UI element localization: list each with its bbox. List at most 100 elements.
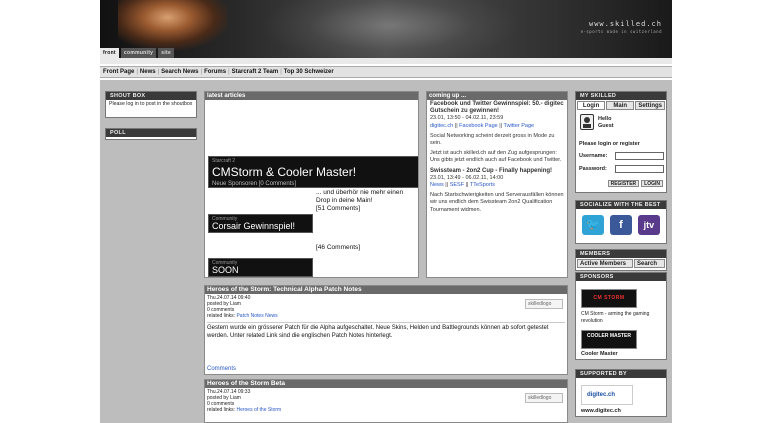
tab-front[interactable]: front <box>100 48 119 64</box>
related-link[interactable]: Patch Notes News <box>236 313 277 319</box>
username-label: Username: <box>579 153 608 159</box>
main-nav: Front Page | News | Search News | Forums | S… <box>100 66 672 78</box>
news-post-title[interactable]: Heroes of the Storm Beta <box>205 380 567 388</box>
page: www.skilled.ch e-sports made in switzerl… <box>0 0 777 423</box>
poll-box: POLL <box>105 128 197 140</box>
article-soon-title: SOON <box>212 265 239 275</box>
my-skilled-box: MY SKILLED Login Main Settings Hello Gue… <box>575 91 667 193</box>
tab-login[interactable]: Login <box>577 101 606 110</box>
greeting-guest: Guest <box>598 123 614 129</box>
coolermaster-logo[interactable]: COOLER MASTER <box>581 330 637 349</box>
tab-settings[interactable]: Settings <box>635 101 666 110</box>
tab-members-search[interactable]: Search <box>634 259 665 268</box>
supporter-text[interactable]: www.digitec.ch <box>581 408 621 414</box>
news-post: Heroes of the Storm: Technical Alpha Pat… <box>204 285 568 375</box>
nav-starcraft2-team[interactable]: Starcraft 2 Team <box>232 69 279 75</box>
members-box: MEMBERS Active Members Search <box>575 249 667 271</box>
cmstorm-logo[interactable]: CM STORM <box>581 289 637 308</box>
event-1-text-1: Social Networking scheint derzeit gross … <box>430 132 555 147</box>
article-corsair-comments[interactable]: [46 Comments] <box>316 244 360 251</box>
login-message: Please login or register <box>579 141 640 147</box>
shoutbox-login-text: Please log in to post in the shoutbox <box>109 101 193 107</box>
news-post-title[interactable]: Heroes of the Storm: Technical Alpha Pat… <box>205 286 567 294</box>
nav-separator: | <box>228 69 230 75</box>
coming-up-list: Facebook und Twitter Gewinnspiel: 50.- d… <box>427 100 567 215</box>
latest-articles-title: latest articles <box>205 92 418 100</box>
skilled-logo-image: skilledlogo <box>525 299 563 309</box>
news-post: Heroes of the Storm Beta Thu.24.07.14 09… <box>204 379 568 423</box>
header-background-art <box>260 0 520 64</box>
event-1-link-twitter[interactable]: Twitter Page <box>504 123 535 129</box>
sponsor-coolermaster-text: Cooler Master <box>581 351 618 357</box>
my-skilled-title: MY SKILLED <box>576 92 666 100</box>
event-1-link-facebook[interactable]: Facebook Page <box>459 123 498 129</box>
coming-up-panel: coming up ... Facebook und Twitter Gewin… <box>426 91 568 278</box>
greeting: Hello Guest <box>598 116 614 130</box>
event-2-link-sesf[interactable]: SESF <box>450 182 464 188</box>
logo-url: www.skilled.ch <box>588 20 662 28</box>
shoutbox: SHOUT BOX Please log in to post in the s… <box>105 91 197 118</box>
news-post-body: Gestern wurde ein grösserer Patch für di… <box>207 322 565 340</box>
nav-separator: | <box>157 69 160 75</box>
password-input[interactable] <box>615 165 664 173</box>
social-icons: 🐦 f jtv <box>576 209 666 235</box>
event-1-text-2: Jetzt ist auch skilled.ch auf den Zug au… <box>430 150 562 164</box>
nav-search-news[interactable]: Search News <box>161 69 198 75</box>
event-1-link-digitec[interactable]: digitec.ch <box>430 123 453 129</box>
event-2-text: Nach Startschwierigkeiten und Serverausf… <box>430 192 564 213</box>
digitec-logo[interactable]: digitec.ch <box>581 385 633 405</box>
nav-news[interactable]: News <box>140 69 156 75</box>
related-label: related links: <box>207 407 236 413</box>
news-post-comments-link[interactable]: Comments <box>207 366 236 372</box>
event-1-date: 23.01, 13:50 - 04.02.11, 23:59 <box>430 115 504 122</box>
nav-front-page[interactable]: Front Page <box>103 69 134 75</box>
sponsors-box: SPONSORS CM STORM CM Storm - arming the … <box>575 272 667 360</box>
tab-site[interactable]: site <box>158 48 175 58</box>
article-corsair-title: Corsair Gewinnspiel! <box>212 221 296 231</box>
password-row: Password: <box>579 165 664 173</box>
news-post-related: related links: Patch Notes News <box>207 313 565 319</box>
skilled-logo-image: skilledlogo <box>525 393 563 403</box>
article-teaser-comments[interactable]: [51 Comments] <box>316 205 360 212</box>
members-tabs: Active Members Search <box>576 258 666 269</box>
username-row: Username: <box>579 152 664 160</box>
article-corsair[interactable]: Community Corsair Gewinnspiel! <box>208 214 313 233</box>
twitter-icon[interactable]: 🐦 <box>582 215 604 235</box>
content-area: SHOUT BOX Please log in to post in the s… <box>100 80 672 423</box>
socialize-box: SOCIALIZE WITH THE BEST 🐦 f jtv <box>575 200 667 244</box>
nav-top30[interactable]: Top 30 Schweizer <box>284 69 334 75</box>
event-2-links: News || SESF || TTeSports <box>430 182 495 189</box>
shoutbox-title: SHOUT BOX <box>106 92 196 100</box>
tab-main[interactable]: Main <box>606 101 635 110</box>
site-logo[interactable]: www.skilled.ch e-sports made in switzerl… <box>581 20 662 34</box>
login-button[interactable]: LOGIN <box>641 180 663 187</box>
featured-category: Starcraft 2 <box>212 158 236 164</box>
sponsor-cmstorm-text: CM Storm - arming the gaming revolution <box>581 311 650 324</box>
latest-articles-panel: latest articles Starcraft 2 CMStorm & Co… <box>204 91 419 278</box>
article-teaser-text: ... und überhör nie mehr einen Drop in d… <box>316 189 404 204</box>
event-2-date: 23.01, 13:49 - 06.02.11, 14:00 <box>430 174 504 181</box>
nav-separator: | <box>200 69 203 75</box>
nav-forums[interactable]: Forums <box>204 69 226 75</box>
hero-character-image <box>118 0 228 50</box>
event-2-link-ttesports[interactable]: TTeSports <box>470 182 495 188</box>
tab-active-members[interactable]: Active Members <box>577 259 633 268</box>
related-link[interactable]: Heroes of the Storm <box>236 407 281 413</box>
guest-avatar-icon <box>580 114 594 130</box>
header-tabs: front community site <box>100 48 175 64</box>
event-2-title[interactable]: Swissteam - 2on2 Cup - Finally happening… <box>430 168 564 175</box>
username-input[interactable] <box>615 152 664 160</box>
article-soon[interactable]: Community SOON <box>208 258 313 277</box>
featured-title: CMStorm & Cooler Master! <box>212 165 357 179</box>
event-1-title[interactable]: Facebook und Twitter Gewinnspiel: 50.- d… <box>430 101 564 115</box>
justintv-icon[interactable]: jtv <box>637 215 660 235</box>
register-button[interactable]: REGISTER <box>607 180 640 187</box>
coming-up-title: coming up ... <box>427 92 567 100</box>
featured-article[interactable]: Starcraft 2 CMStorm & Cooler Master! Neu… <box>208 156 418 188</box>
facebook-icon[interactable]: f <box>609 215 632 235</box>
tab-community[interactable]: community <box>120 48 157 58</box>
site-header: www.skilled.ch e-sports made in switzerl… <box>100 0 672 64</box>
sponsors-title: SPONSORS <box>576 273 666 281</box>
featured-meta: Neue Sponsoren [0 Comments] <box>212 181 297 187</box>
event-2-link-news[interactable]: News <box>430 182 444 188</box>
